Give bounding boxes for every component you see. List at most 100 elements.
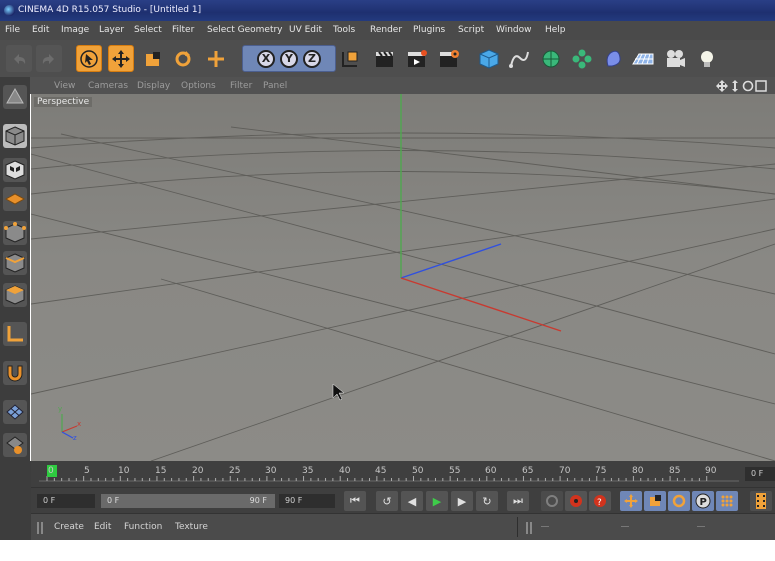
material-menu-texture[interactable]: Texture [175, 522, 208, 532]
drag-handle-icon[interactable] [526, 522, 536, 534]
viewport-menu-filter[interactable]: Filter [230, 81, 252, 91]
light-bulb-icon [701, 50, 713, 67]
camera-button[interactable] [662, 45, 688, 72]
workplane-mode-button[interactable] [3, 187, 27, 211]
render-picture-viewer-button[interactable] [404, 45, 430, 72]
point-level-animation-button[interactable] [716, 491, 738, 511]
menu-edit[interactable]: Edit [32, 25, 49, 35]
polygons-mode-button[interactable] [3, 283, 27, 307]
deformer-button[interactable] [600, 45, 626, 72]
undo-button[interactable] [6, 45, 32, 72]
keyframe-selection-button[interactable]: ? [589, 491, 611, 511]
film-strip-icon [756, 493, 766, 509]
move-tool-button[interactable] [108, 45, 134, 72]
array-button[interactable] [569, 45, 595, 72]
timeline-ruler[interactable]: 0 5 10 15 20 25 30 35 40 45 50 55 60 65 … [31, 461, 775, 487]
position-track-button[interactable] [620, 491, 642, 511]
previous-frame-button[interactable]: ◀ [401, 491, 423, 511]
menu-bar: File Edit Image Layer Select Filter Sele… [0, 21, 775, 40]
snap-grid-icon [6, 404, 24, 420]
tick-label: 40 [339, 466, 351, 476]
menu-image[interactable]: Image [61, 25, 89, 35]
go-to-start-button[interactable]: ⏮ [344, 491, 366, 511]
menu-tools[interactable]: Tools [333, 25, 355, 35]
preview-range-slider[interactable]: 0 F 90 F [101, 494, 275, 508]
dot-grid-icon [721, 495, 733, 507]
checker-cube-icon [5, 160, 25, 180]
scheme-menu-button[interactable] [750, 491, 772, 511]
menu-select-geometry[interactable]: Select Geometry [207, 25, 283, 35]
gizmo-x-label: x [77, 420, 82, 428]
menu-script[interactable]: Script [458, 25, 484, 35]
empty-area [0, 540, 775, 561]
viewport-menu-cameras[interactable]: Cameras [88, 81, 128, 91]
last-tool-button[interactable] [203, 45, 229, 72]
viewport-menu-view[interactable]: View [54, 81, 75, 91]
x-axis-lock-button[interactable]: X [257, 49, 275, 68]
rotate-tool-button[interactable] [170, 45, 196, 72]
autokeying-button[interactable] [565, 491, 587, 511]
material-menu-function[interactable]: Function [124, 522, 162, 532]
z-axis-lock-button[interactable]: Z [303, 49, 321, 68]
scale-track-button[interactable] [644, 491, 666, 511]
render-view-button[interactable] [372, 45, 398, 72]
timeline-frame-field[interactable]: 0 F [745, 467, 775, 481]
workplane-lock-button[interactable] [3, 433, 27, 457]
y-axis-lock-button[interactable]: Y [280, 49, 298, 68]
floor-scene-button[interactable] [630, 45, 656, 72]
gizmo-y-label: y [58, 405, 63, 413]
menu-render[interactable]: Render [370, 25, 402, 35]
previous-frame-icon: ◀ [407, 494, 417, 508]
go-to-end-button[interactable]: ⏭ [507, 491, 529, 511]
edges-mode-button[interactable] [3, 251, 27, 275]
menu-window[interactable]: Window [496, 25, 532, 35]
menu-select[interactable]: Select [134, 25, 162, 35]
parameter-track-button[interactable]: P [692, 491, 714, 511]
viewport-menu-options[interactable]: Options [181, 81, 216, 91]
viewport-menu-display[interactable]: Display [137, 81, 170, 91]
material-menu-edit[interactable]: Edit [94, 522, 111, 532]
material-menu-create[interactable]: Create [54, 522, 84, 532]
viewport-menu-panel[interactable]: Panel [263, 81, 287, 91]
coordinate-system-button[interactable] [337, 45, 363, 72]
redo-button[interactable] [36, 45, 62, 72]
texture-mode-button[interactable] [3, 158, 27, 182]
rotation-track-button[interactable] [668, 491, 690, 511]
play-forwards-button[interactable]: ▶ [426, 491, 448, 511]
axis-mode-button[interactable] [3, 322, 27, 346]
tick-label: 70 [559, 466, 571, 476]
light-button[interactable] [694, 45, 720, 72]
axis-corner-icon [7, 326, 23, 342]
make-editable-button[interactable] [3, 85, 27, 109]
next-frame-icon: ▶ [457, 494, 467, 508]
subdivision-surface-button[interactable] [538, 45, 564, 72]
end-frame-field[interactable]: 90 F [279, 494, 335, 508]
scale-tool-button[interactable] [140, 45, 166, 72]
menu-plugins[interactable]: Plugins [413, 25, 445, 35]
axis-lock-group: X Y Z [242, 45, 336, 72]
next-frame-button[interactable]: ▶ [451, 491, 473, 511]
points-mode-button[interactable] [3, 221, 27, 245]
tick-label: 25 [229, 466, 241, 476]
menu-help[interactable]: Help [545, 25, 566, 35]
drag-handle-icon[interactable] [37, 522, 47, 534]
play-icon: ▶ [432, 494, 442, 508]
tweak-mode-button[interactable] [3, 361, 27, 385]
record-active-objects-button[interactable] [541, 491, 563, 511]
menu-uv-edit[interactable]: UV Edit [289, 25, 322, 35]
cube-primitive-button[interactable] [476, 45, 502, 72]
model-mode-button[interactable] [3, 124, 27, 148]
perspective-viewport[interactable]: Perspective y x z [31, 94, 775, 461]
start-frame-field[interactable]: 0 F [37, 494, 95, 508]
next-key-button[interactable]: ↻ [476, 491, 498, 511]
menu-filter[interactable]: Filter [172, 25, 194, 35]
render-settings-button[interactable] [436, 45, 462, 72]
coordinates-placeholder [541, 526, 549, 527]
viewport-nav-icons[interactable] [716, 79, 772, 93]
snapping-button[interactable] [3, 400, 27, 424]
spline-pen-button[interactable] [506, 45, 532, 72]
menu-file[interactable]: File [5, 25, 20, 35]
previous-key-button[interactable]: ↺ [376, 491, 398, 511]
live-selection-button[interactable] [76, 45, 102, 72]
menu-layer[interactable]: Layer [99, 25, 124, 35]
